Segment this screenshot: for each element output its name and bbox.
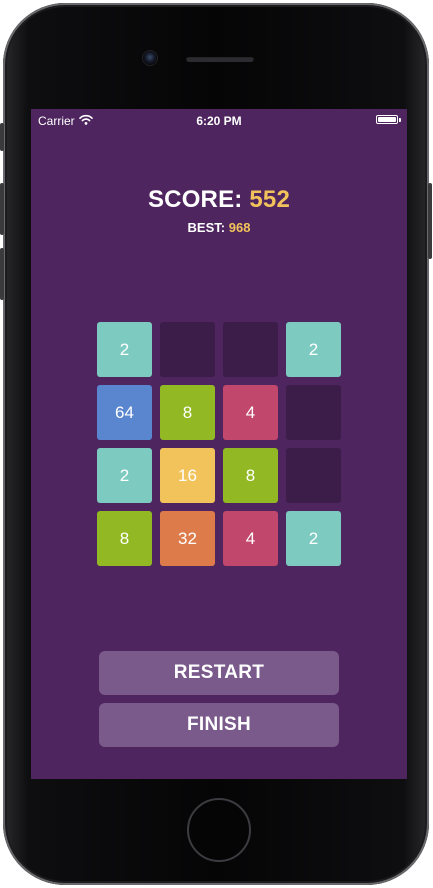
empty-cell: [286, 385, 341, 440]
score-value: 552: [249, 186, 291, 213]
tile: 2: [97, 448, 152, 503]
tile: 2: [286, 322, 341, 377]
volume-up-button: [0, 183, 4, 235]
tile: 32: [160, 511, 215, 566]
finish-button[interactable]: FINISH: [99, 703, 339, 747]
score-display: SCORE: 552: [31, 186, 407, 214]
tile: 16: [160, 448, 215, 503]
game-board[interactable]: 2 2 64 8 4 2 16 8 8 32 4 2: [97, 322, 341, 566]
score-label: SCORE:: [147, 186, 243, 213]
status-time: 6:20 PM: [196, 114, 242, 128]
empty-cell: [286, 448, 341, 503]
app-screen: Carrier 6:20 PM SCORE: 552 BEST: 968 2 2 6…: [31, 109, 407, 779]
mute-switch: [0, 123, 4, 151]
tile: 2: [97, 322, 152, 377]
best-value: 968: [228, 220, 251, 235]
empty-cell: [223, 322, 278, 377]
tile: 4: [223, 511, 278, 566]
empty-cell: [160, 322, 215, 377]
tile: 64: [97, 385, 152, 440]
phone-frame: Carrier 6:20 PM SCORE: 552 BEST: 968 2 2 6…: [0, 3, 432, 885]
tile: 2: [286, 511, 341, 566]
volume-down-button: [0, 248, 4, 300]
tile: 4: [223, 385, 278, 440]
tile: 8: [160, 385, 215, 440]
battery-icon: [376, 115, 398, 124]
best-score-display: BEST: 968: [31, 220, 407, 235]
tile: 8: [97, 511, 152, 566]
battery-tip: [399, 118, 401, 122]
restart-button[interactable]: RESTART: [99, 651, 339, 695]
power-button: [428, 183, 432, 259]
earpiece-speaker: [186, 56, 254, 62]
best-label: BEST:: [187, 220, 226, 235]
status-bar: Carrier 6:20 PM: [31, 109, 407, 131]
home-button[interactable]: [187, 798, 251, 862]
tile: 8: [223, 448, 278, 503]
front-camera: [143, 51, 157, 65]
